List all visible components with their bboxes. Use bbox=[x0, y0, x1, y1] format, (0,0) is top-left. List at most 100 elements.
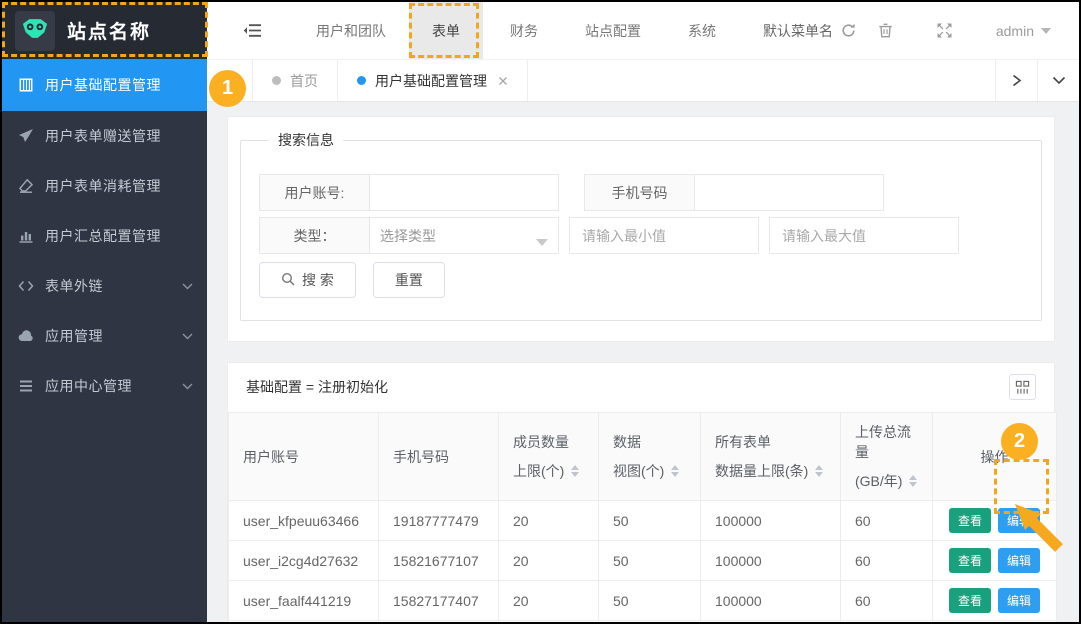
view-button[interactable]: 查看 bbox=[949, 548, 991, 573]
col-header-form-data-limit[interactable]: 所有表单数据量上限(条) bbox=[701, 413, 841, 501]
account-input[interactable] bbox=[370, 175, 558, 210]
cell-data-views: 50 bbox=[599, 621, 701, 623]
search-button[interactable]: 搜 索 bbox=[259, 262, 356, 298]
cell-form-data-limit: 100000 bbox=[701, 541, 841, 581]
config-table: 用户账号 手机号码 成员数量上限(个) 数据视图(个) 所有表单数据量上限(条)… bbox=[228, 412, 1057, 622]
sort-icon[interactable] bbox=[571, 465, 579, 477]
sidebar-menu: 用户基础配置管理 用户表单赠送管理 用户表单消耗管理 用户汇总配置管理 bbox=[2, 59, 207, 622]
sidebar-item-form-external-link[interactable]: 表单外链 bbox=[2, 261, 207, 311]
col-header-member-limit[interactable]: 成员数量上限(个) bbox=[499, 413, 599, 501]
max-value-input[interactable] bbox=[769, 217, 959, 254]
main-area: 用户和团队 表单 财务 站点配置 系统 默认菜单名 admin bbox=[207, 2, 1079, 622]
sidebar-item-form-consume[interactable]: 用户表单消耗管理 bbox=[2, 161, 207, 211]
cell-data-views: 50 bbox=[599, 581, 701, 621]
phone-field-group: 手机号码 bbox=[584, 174, 884, 211]
phone-input[interactable] bbox=[695, 175, 883, 210]
fullscreen-icon[interactable] bbox=[937, 23, 952, 38]
type-field-group: 类型： 选择类型 bbox=[259, 217, 559, 254]
nav-item-finance[interactable]: 财务 bbox=[510, 21, 538, 41]
sidebar-item-label: 用户表单消耗管理 bbox=[45, 176, 161, 196]
sidebar-item-form-gift[interactable]: 用户表单赠送管理 bbox=[2, 111, 207, 161]
sort-icon[interactable] bbox=[815, 465, 823, 477]
refresh-icon[interactable] bbox=[841, 23, 856, 38]
tabs-next-icon[interactable] bbox=[995, 60, 1037, 101]
cell-form-data-limit: 100000 bbox=[701, 581, 841, 621]
sort-icon[interactable] bbox=[909, 475, 917, 487]
search-panel: 搜索信息 用户账号: 手机号码 类 bbox=[227, 116, 1055, 342]
col-header-actions: 操作 bbox=[933, 413, 1057, 501]
cell-data-views: 50 bbox=[599, 501, 701, 541]
page-content: 搜索信息 用户账号: 手机号码 类 bbox=[207, 102, 1079, 622]
table-row: user_i2cg4d27632 15821677107 20 50 10000… bbox=[229, 541, 1057, 581]
site-name: 站点名称 bbox=[67, 17, 151, 44]
cell-form-data-limit: 100000 bbox=[701, 621, 841, 623]
view-button[interactable]: 查看 bbox=[949, 508, 991, 533]
sidebar-item-label: 用户表单赠送管理 bbox=[45, 126, 161, 146]
col-header-upload-traffic[interactable]: 上传总流量(GB/年) bbox=[841, 413, 933, 501]
cell-upload-traffic: 60 bbox=[841, 621, 933, 623]
col-header-data-views[interactable]: 数据视图(个) bbox=[599, 413, 701, 501]
edit-button[interactable]: 编辑 bbox=[998, 548, 1040, 573]
type-select[interactable]: 选择类型 bbox=[370, 218, 558, 253]
tab-user-base-config[interactable]: 用户基础配置管理 bbox=[338, 60, 528, 101]
config-table-panel: 基础配置 = 注册初始化 用户账号 手机号码 成员数量上限(个) 数据视图(个)… bbox=[227, 362, 1055, 622]
app-window: 站点名称 用户基础配置管理 用户表单赠送管理 用户表单消耗管理 bbox=[0, 0, 1081, 624]
cell-upload-traffic: 60 bbox=[841, 501, 933, 541]
cell-account: user_faalf441219 bbox=[229, 581, 379, 621]
chevron-down-icon bbox=[182, 383, 193, 390]
account-field-group: 用户账号: bbox=[259, 174, 559, 211]
sort-icon[interactable] bbox=[671, 465, 679, 477]
edit-button[interactable]: 编辑 bbox=[998, 588, 1040, 613]
user-menu[interactable]: admin bbox=[996, 23, 1051, 39]
search-button-label: 搜 索 bbox=[302, 270, 334, 290]
table-row: user_xaymrw436... 19124655489 20 50 1000… bbox=[229, 621, 1057, 623]
nav-item-system[interactable]: 系统 bbox=[688, 21, 716, 41]
cell-upload-traffic: 60 bbox=[841, 581, 933, 621]
reset-button[interactable]: 重置 bbox=[373, 262, 445, 298]
edit-button[interactable]: 编辑 bbox=[998, 508, 1040, 533]
sidebar-item-app-center[interactable]: 应用中心管理 bbox=[2, 361, 207, 411]
nav-item-users-teams[interactable]: 用户和团队 bbox=[316, 21, 386, 41]
sidebar-item-user-summary[interactable]: 用户汇总配置管理 bbox=[2, 211, 207, 261]
nav-item-site-config[interactable]: 站点配置 bbox=[585, 21, 641, 41]
column-settings-button[interactable] bbox=[1009, 374, 1036, 400]
logo bbox=[15, 11, 55, 51]
min-value-input[interactable] bbox=[569, 217, 759, 254]
sidebar-item-label: 应用管理 bbox=[45, 326, 103, 346]
caret-down-icon bbox=[536, 239, 548, 246]
tab-home[interactable]: 首页 bbox=[253, 60, 338, 101]
list-icon bbox=[18, 378, 34, 394]
username: admin bbox=[996, 23, 1034, 39]
cell-account: user_i2cg4d27632 bbox=[229, 541, 379, 581]
trash-icon[interactable] bbox=[878, 23, 893, 38]
sidebar-item-app-management[interactable]: 应用管理 bbox=[2, 311, 207, 361]
table-header-row: 用户账号 手机号码 成员数量上限(个) 数据视图(个) 所有表单数据量上限(条)… bbox=[229, 413, 1057, 501]
cloud-icon bbox=[18, 328, 34, 344]
view-button[interactable]: 查看 bbox=[949, 588, 991, 613]
close-icon[interactable] bbox=[498, 76, 508, 86]
chart-icon bbox=[18, 228, 34, 244]
caret-down-icon bbox=[1041, 28, 1051, 34]
tab-dot-icon bbox=[357, 76, 366, 85]
nav-item-default-menu[interactable]: 默认菜单名 bbox=[763, 21, 833, 41]
tab-label: 用户基础配置管理 bbox=[375, 71, 487, 91]
nav-item-forms[interactable]: 表单 bbox=[409, 2, 483, 59]
phone-label: 手机号码 bbox=[585, 175, 695, 210]
eraser-icon bbox=[18, 178, 34, 194]
collapse-menu-icon[interactable] bbox=[243, 23, 262, 38]
cell-form-data-limit: 100000 bbox=[701, 501, 841, 541]
account-label: 用户账号: bbox=[260, 175, 370, 210]
cell-phone: 19124655489 bbox=[379, 621, 499, 623]
sidebar-item-label: 应用中心管理 bbox=[45, 376, 132, 396]
top-nav: 用户和团队 表单 财务 站点配置 系统 默认菜单名 admin bbox=[207, 2, 1079, 59]
cell-phone: 19187777479 bbox=[379, 501, 499, 541]
sidebar-item-user-base-config[interactable]: 用户基础配置管理 bbox=[2, 59, 207, 111]
search-legend: 搜索信息 bbox=[269, 130, 343, 150]
cell-phone: 15821677107 bbox=[379, 541, 499, 581]
tabs-dropdown-icon[interactable] bbox=[1037, 60, 1079, 101]
cell-upload-traffic: 60 bbox=[841, 541, 933, 581]
search-icon bbox=[281, 272, 295, 289]
table-row: user_faalf441219 15827177407 20 50 10000… bbox=[229, 581, 1057, 621]
chevron-down-icon bbox=[182, 333, 193, 340]
tab-dot-icon bbox=[272, 76, 281, 85]
